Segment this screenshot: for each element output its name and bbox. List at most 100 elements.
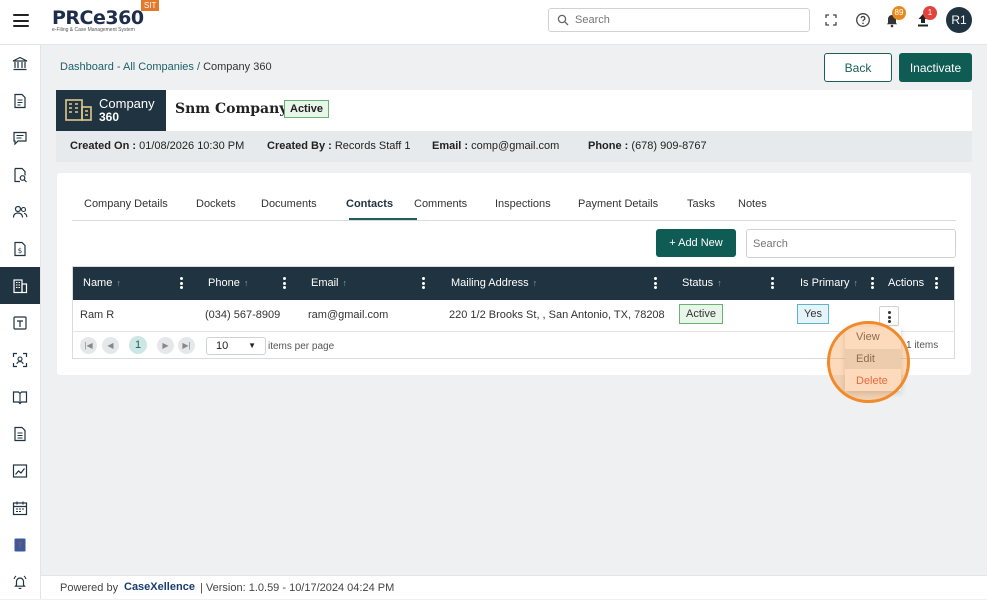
file-text-icon	[14, 426, 26, 441]
sidebar-item-users[interactable]	[0, 193, 40, 230]
global-search-input[interactable]	[575, 12, 795, 28]
prev-page-icon[interactable]: ◀	[102, 337, 119, 354]
company-name: Snm Company	[175, 101, 288, 117]
row-context-menu: View Edit Delete	[845, 327, 901, 391]
column-header-status[interactable]: Status ↑	[682, 277, 722, 289]
sidebar: $ ?	[0, 45, 41, 599]
sidebar-item-help-docs[interactable]: ?	[0, 526, 40, 563]
table-row[interactable]: Ram R (034) 567-8909 ram@gmail.com 220 1…	[73, 300, 954, 332]
column-menu-icon[interactable]	[180, 277, 183, 289]
tab-tasks[interactable]: Tasks	[687, 198, 715, 210]
page-number[interactable]: 1	[129, 336, 147, 354]
menu-item-delete[interactable]: Delete	[845, 371, 901, 391]
sort-arrow-icon: ↑	[116, 278, 121, 288]
tab-contacts[interactable]: Contacts	[346, 198, 393, 210]
logo-text: PRCe360	[52, 7, 144, 29]
tab-payment-details[interactable]: Payment Details	[578, 198, 658, 210]
column-menu-icon[interactable]	[771, 277, 774, 289]
last-page-icon[interactable]: ▶|	[178, 337, 195, 354]
column-menu-icon[interactable]	[422, 277, 425, 289]
company-header: Company 360 Snm Company Active	[56, 90, 972, 131]
column-header-email[interactable]: Email ↑	[311, 277, 347, 289]
footer-brand[interactable]: CaseXellence	[124, 581, 195, 593]
invoice-dollar-icon: $	[14, 241, 26, 256]
global-search[interactable]	[548, 8, 810, 32]
menu-icon[interactable]	[13, 14, 29, 27]
breadcrumb-current: Company 360	[203, 61, 272, 73]
document-search-icon	[14, 167, 27, 182]
sidebar-item-companies[interactable]	[0, 267, 40, 304]
chart-line-icon	[12, 463, 28, 478]
column-label: Phone	[208, 277, 240, 289]
page-size-select[interactable]: 10 ▼	[206, 337, 266, 355]
column-menu-icon[interactable]	[283, 277, 286, 289]
tab-comments[interactable]: Comments	[414, 198, 467, 210]
search-icon	[557, 14, 569, 26]
breadcrumb: Dashboard - All Companies / Company 360	[60, 61, 272, 73]
add-new-button[interactable]: + Add New	[656, 229, 736, 257]
column-menu-icon[interactable]	[654, 277, 657, 289]
sidebar-item-reports[interactable]	[0, 415, 40, 452]
sidebar-item-search-docs[interactable]	[0, 156, 40, 193]
version-text: | Version: 1.0.59 - 10/17/2024 04:24 PM	[200, 582, 395, 594]
cell-email: ram@gmail.com	[308, 309, 389, 321]
email-label: Email :	[432, 140, 469, 152]
active-tab-indicator	[349, 218, 417, 220]
created-on-label: Created On :	[70, 140, 137, 152]
uploads-badge: 1	[923, 6, 937, 20]
sort-arrow-icon: ↑	[532, 278, 538, 288]
company-id-block: Company 360	[56, 90, 166, 131]
items-count: 1 items	[906, 340, 939, 351]
tab-documents[interactable]: Documents	[261, 198, 317, 210]
first-page-icon[interactable]: |◀	[80, 337, 97, 354]
page-size-value: 10	[216, 340, 229, 352]
column-header-is-primary[interactable]: Is Primary ↑	[800, 277, 858, 289]
sidebar-item-alerts[interactable]	[0, 563, 40, 600]
sidebar-item-filings[interactable]	[0, 82, 40, 119]
column-menu-icon[interactable]	[871, 277, 874, 289]
kebab-icon	[888, 311, 891, 323]
next-page-icon[interactable]: ▶	[157, 337, 174, 354]
fullscreen-icon[interactable]	[823, 12, 839, 28]
sidebar-item-calendar[interactable]	[0, 489, 40, 526]
row-actions-button[interactable]	[879, 306, 899, 326]
sidebar-item-analytics[interactable]	[0, 452, 40, 489]
building-icon	[65, 99, 92, 121]
back-button[interactable]: Back	[824, 53, 892, 82]
column-header-name[interactable]: Name ↑	[83, 277, 121, 289]
sidebar-item-compare[interactable]	[0, 378, 40, 415]
tab-inspections[interactable]: Inspections	[495, 198, 551, 210]
column-label: Status	[682, 277, 714, 289]
sidebar-item-scan[interactable]	[0, 341, 40, 378]
tab-bar: Company Details Dockets Documents Contac…	[72, 189, 956, 221]
created-on-value: 01/08/2026 10:30 PM	[139, 140, 245, 152]
column-header-phone[interactable]: Phone ↑	[208, 277, 248, 289]
inactivate-button[interactable]: Inactivate	[899, 53, 972, 82]
menu-item-view[interactable]: View	[845, 327, 901, 347]
column-header-mailing-address[interactable]: Mailing Address ↑	[451, 277, 537, 289]
tab-notes[interactable]: Notes	[738, 198, 767, 210]
tab-company-details[interactable]: Company Details	[84, 198, 168, 210]
avatar[interactable]: R1	[946, 7, 972, 33]
sidebar-item-fees[interactable]: $	[0, 230, 40, 267]
contacts-panel: Company Details Dockets Documents Contac…	[57, 173, 971, 375]
email-value: comp@gmail.com	[471, 140, 560, 152]
book-compare-icon	[12, 390, 28, 404]
breadcrumb-link[interactable]: Dashboard - All Companies	[60, 61, 194, 73]
document-icon	[14, 93, 26, 108]
tab-dockets[interactable]: Dockets	[196, 198, 236, 210]
help-icon[interactable]	[855, 12, 871, 28]
breadcrumb-separator: /	[193, 61, 204, 73]
grid-search-input[interactable]	[746, 229, 956, 258]
sidebar-item-institution[interactable]	[0, 45, 40, 82]
column-menu-icon[interactable]	[935, 277, 938, 289]
menu-item-edit[interactable]: Edit	[845, 349, 901, 369]
column-label: Name	[83, 277, 113, 289]
items-per-page-label: items per page	[268, 341, 335, 352]
app-logo[interactable]: PRCe360 e-Filing & Case Management Syste…	[52, 7, 144, 33]
users-icon	[12, 205, 28, 218]
sidebar-item-templates[interactable]	[0, 304, 40, 341]
logo-tagline: e-Filing & Case Management System	[52, 27, 135, 33]
sidebar-item-messages[interactable]	[0, 119, 40, 156]
created-by-value: Records Staff 1	[334, 140, 411, 152]
